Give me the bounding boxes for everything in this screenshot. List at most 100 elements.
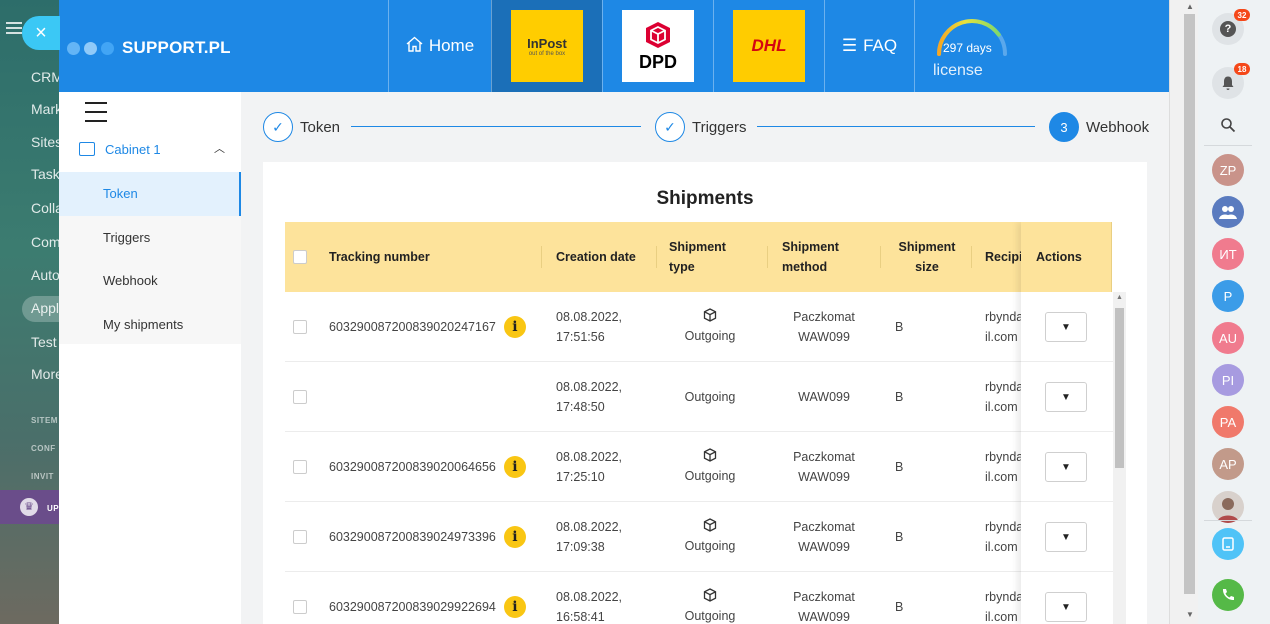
cabinet-selector[interactable]: Cabinet 1 ︿ [79, 138, 229, 160]
nav-home-label: Home [428, 36, 475, 55]
license-widget[interactable]: 297 days license [914, 0, 1026, 92]
row-checkbox[interactable] [293, 362, 307, 432]
info-icon[interactable]: i [503, 456, 526, 478]
bitrix-menu-item[interactable]: CRM [31, 69, 60, 85]
chat-button[interactable] [1212, 528, 1244, 560]
actions-dropdown-button[interactable]: ▼ [1045, 592, 1087, 622]
carrier-inpost[interactable]: InPost out of the box [491, 0, 602, 92]
bitrix-menu-item[interactable]: Appl [31, 300, 59, 316]
step-webhook[interactable]: 3 Webhook [1049, 112, 1150, 142]
recipient-name: rbynda [985, 380, 1024, 394]
avatar[interactable]: ZP [1212, 154, 1244, 186]
search-button[interactable] [1212, 109, 1244, 141]
sidebar-item-webhook[interactable]: Webhook [59, 259, 241, 303]
type-cell: Outgoing [669, 572, 751, 624]
bitrix-menu-item[interactable]: Colla [31, 200, 60, 216]
caret-down-icon: ▼ [1061, 531, 1071, 543]
avatar[interactable] [1212, 196, 1244, 228]
info-icon[interactable]: i [503, 526, 526, 548]
type-cell: Outgoing [669, 502, 751, 572]
row-checkbox[interactable] [293, 292, 307, 362]
upgrade-label[interactable]: UP [47, 504, 59, 513]
col-created[interactable]: Creation date [556, 222, 651, 292]
row-checkbox[interactable] [293, 502, 307, 572]
page-scrollbar-thumb[interactable] [1184, 14, 1195, 594]
table-header: Tracking number Creation date Shipment t… [285, 222, 1126, 292]
select-all-checkbox[interactable] [293, 222, 307, 292]
row-divider [1021, 361, 1126, 362]
sidebar-item-triggers[interactable]: Triggers [59, 216, 241, 260]
creation-time: 17:48:50 [556, 400, 605, 414]
avatar[interactable]: ИТ [1212, 238, 1244, 270]
avatar[interactable]: AP [1212, 448, 1244, 480]
avatar-photo[interactable] [1212, 491, 1244, 523]
creation-date: 08.08.2022, [556, 520, 623, 534]
table-row[interactable]: 603290087200839029922694 i 08.08.2022, 16:5… [285, 572, 1126, 624]
avatar[interactable]: P [1212, 280, 1244, 312]
row-checkbox[interactable] [293, 572, 307, 624]
actions-dropdown-button[interactable]: ▼ [1045, 312, 1087, 342]
bitrix-menu-item[interactable]: Test [31, 334, 57, 350]
row-divider [1021, 501, 1126, 502]
tracking-number[interactable]: 603290087200839024973396 [329, 527, 496, 547]
bitrix-menu-item[interactable]: More [31, 366, 60, 382]
step-triggers[interactable]: ✓ Triggers [655, 112, 747, 142]
actions-dropdown-button[interactable]: ▼ [1045, 452, 1087, 482]
bitrix-menu-item[interactable]: Task [31, 166, 60, 182]
col-size[interactable]: Shipment size [895, 222, 959, 292]
col-actions[interactable]: Actions [1021, 222, 1112, 292]
menu-icon[interactable] [6, 22, 22, 34]
bitrix-menu-item[interactable]: Mark [31, 101, 60, 117]
check-icon: ✓ [655, 112, 685, 142]
col-recipient[interactable]: Recipi [985, 222, 1025, 292]
dpd-logo: DPD [622, 10, 694, 82]
table-row[interactable]: 603290087200839020064656 i 08.08.2022, 17:2… [285, 432, 1126, 502]
table-scrollbar[interactable]: ▲ [1113, 292, 1126, 624]
tracking-number[interactable]: 603290087200839020247167 [329, 317, 496, 337]
avatar[interactable]: AU [1212, 322, 1244, 354]
shipment-method: Paczkomat [793, 450, 855, 464]
scroll-up-icon[interactable]: ▲ [1186, 2, 1194, 11]
carrier-dhl[interactable]: DHL [713, 0, 824, 92]
col-type[interactable]: Shipment type [669, 222, 739, 292]
nav-faq[interactable]: ☰ FAQ [824, 0, 914, 92]
close-slider-button[interactable]: × [22, 16, 60, 50]
bitrix-menu-item[interactable]: Auto [31, 267, 60, 283]
date-cell: 08.08.2022, 16:58:41 [556, 572, 651, 624]
row-checkbox[interactable] [293, 432, 307, 502]
step-token[interactable]: ✓ Token [263, 112, 341, 142]
avatar[interactable]: PI [1212, 364, 1244, 396]
help-button[interactable]: ? 32 [1212, 9, 1250, 45]
logo[interactable]: SUPPORT.PL [67, 38, 231, 58]
table-row[interactable]: 603290087200839020247167 i 08.08.2022, 17:5… [285, 292, 1126, 362]
actions-dropdown-button[interactable]: ▼ [1045, 382, 1087, 412]
info-icon[interactable]: i [503, 596, 526, 618]
bitrix-section-label[interactable]: SITEM [31, 416, 58, 425]
type-cell: Outgoing [669, 362, 751, 432]
scroll-up-icon[interactable]: ▲ [1116, 294, 1123, 301]
avatar[interactable]: PA [1212, 406, 1244, 438]
stepper-connector [757, 126, 1035, 127]
tracking-number[interactable]: 603290087200839020064656 [329, 457, 496, 477]
nav-home[interactable]: Home [388, 0, 491, 92]
col-method[interactable]: Shipment method [782, 222, 852, 292]
notifications-button[interactable]: 18 [1212, 63, 1250, 99]
table-row[interactable]: 603290087200839024973396 i 08.08.2022, 17:0… [285, 502, 1126, 572]
col-tracking[interactable]: Tracking number [329, 222, 529, 292]
hamburger-icon[interactable] [85, 102, 107, 122]
actions-dropdown-button[interactable]: ▼ [1045, 522, 1087, 552]
call-button[interactable] [1212, 579, 1244, 611]
sidebar-item-my-shipments[interactable]: My shipments [59, 303, 241, 347]
bitrix-section-label[interactable]: INVIT [31, 472, 54, 481]
page-scrollbar[interactable]: ▲ ▼ [1169, 0, 1198, 624]
bitrix-menu-item[interactable]: Com [31, 234, 60, 250]
tracking-number[interactable]: 603290087200839029922694 [329, 597, 496, 617]
bitrix-section-label[interactable]: CONF [31, 444, 56, 453]
info-icon[interactable]: i [503, 316, 526, 338]
sidebar-item-token[interactable]: Token [59, 172, 241, 216]
table-row[interactable]: 08.08.2022, 17:48:50 Outgoing WAW099 Brbynda… [285, 362, 1126, 432]
bitrix-menu-item[interactable]: Sites [31, 134, 60, 150]
carrier-dpd[interactable]: DPD [602, 0, 713, 92]
scrollbar-thumb[interactable] [1115, 308, 1124, 468]
scroll-down-icon[interactable]: ▼ [1186, 610, 1194, 619]
